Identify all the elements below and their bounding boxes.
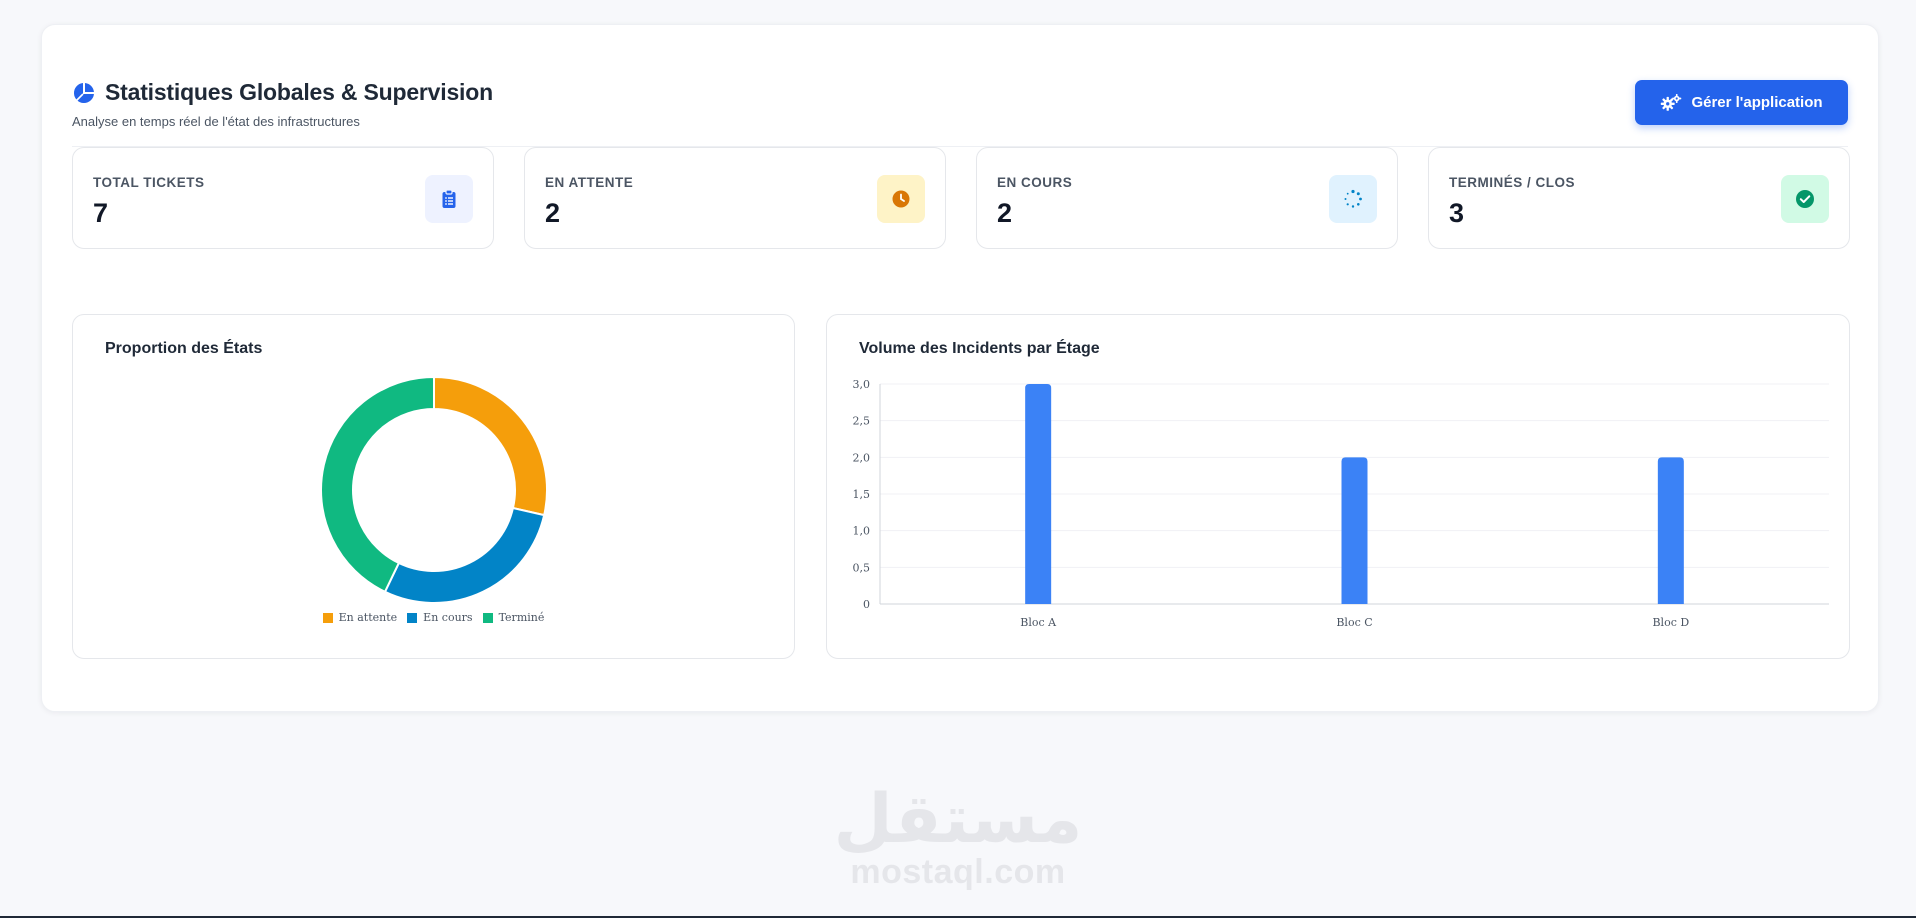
bar-bloc-c[interactable] <box>1341 457 1368 604</box>
y-tick-label: 1,0 <box>853 525 871 538</box>
legend-label: En attente <box>338 611 398 624</box>
bar-bloc-d[interactable] <box>1657 457 1684 604</box>
title-row: Statistiques Globales & Supervision <box>72 79 493 106</box>
manage-app-button[interactable]: Gérer l'application <box>1635 80 1848 125</box>
stat-label: TERMINÉS / CLOS <box>1449 175 1576 190</box>
clipboard-list-icon <box>442 189 456 208</box>
watermark: مستقل mostaql.com <box>0 780 1916 891</box>
chart-pie-icon <box>74 82 94 103</box>
stat-label: TOTAL TICKETS <box>93 175 205 190</box>
page-title: Statistiques Globales & Supervision <box>105 79 493 105</box>
y-tick-label: 2,0 <box>853 451 871 464</box>
y-tick-label: 0,5 <box>853 561 871 574</box>
bar-chart: 0 0,5 1,0 1,5 2,0 2,5 3,0 Bloc A Bloc C Bloc D <box>853 378 1829 629</box>
dashboard-panel: Statistiques Globales & Supervision Anal… <box>41 24 1879 712</box>
cogs-icon <box>1661 93 1682 111</box>
stat-label: EN COURS <box>997 175 1073 190</box>
clock-icon <box>892 190 910 208</box>
y-tick-label: 3,0 <box>853 378 871 391</box>
legend-item-pending[interactable]: En attente <box>322 611 398 624</box>
donut-slice-en-attente[interactable] <box>433 375 548 517</box>
stat-value: 2 <box>997 198 1013 228</box>
page-subtitle: Analyse en temps réel de l'état des infr… <box>72 114 360 129</box>
manage-app-label: Gérer l'application <box>1691 94 1823 111</box>
watermark-latin: mostaql.com <box>850 853 1066 891</box>
donut-legend: En attente En cours Terminé <box>73 611 794 624</box>
x-tick-label: Bloc D <box>1652 616 1689 629</box>
incidents-bar-card: Volume des Incidents par Étage 0 0,5 1,0 1,… <box>826 314 1850 659</box>
stat-icon-box <box>877 175 925 223</box>
legend-swatch <box>482 612 493 623</box>
legend-swatch <box>407 612 418 623</box>
check-circle-icon <box>1796 190 1814 208</box>
stat-card-total: TOTAL TICKETS 7 <box>72 147 494 249</box>
y-tick-label: 0 <box>863 598 870 611</box>
legend-item-done[interactable]: Terminé <box>482 611 545 624</box>
stat-card-done: TERMINÉS / CLOS 3 <box>1428 147 1850 249</box>
donut-slice-en-cours[interactable] <box>383 506 546 604</box>
stat-value: 7 <box>93 198 109 228</box>
stat-icon-box <box>1781 175 1829 223</box>
x-tick-label: Bloc C <box>1336 616 1372 629</box>
legend-item-in-progress[interactable]: En cours <box>407 611 473 624</box>
spinner-icon <box>1344 189 1362 208</box>
y-tick-label: 2,5 <box>853 415 871 428</box>
donut-chart <box>320 375 548 604</box>
bar-bloc-a[interactable] <box>1025 384 1052 604</box>
legend-label: En cours <box>423 611 473 624</box>
stat-label: EN ATTENTE <box>545 175 634 190</box>
legend-swatch <box>322 612 333 623</box>
stat-card-pending: EN ATTENTE 2 <box>524 147 946 249</box>
watermark-arabic: مستقل <box>833 780 1083 859</box>
stat-card-in-progress: EN COURS 2 <box>976 147 1398 249</box>
dashboard-header: Statistiques Globales & Supervision Anal… <box>72 53 1848 147</box>
y-tick-label: 1,5 <box>853 488 871 501</box>
donut-slice-terminé[interactable] <box>320 375 435 594</box>
x-tick-label: Bloc A <box>1020 616 1057 629</box>
stat-value: 2 <box>545 198 561 228</box>
legend-label: Terminé <box>498 611 545 624</box>
status-donut-card: Proportion des États En attente En cours… <box>72 314 795 659</box>
stat-icon-box <box>425 175 473 223</box>
stat-icon-box <box>1329 175 1377 223</box>
stat-value: 3 <box>1449 198 1465 228</box>
